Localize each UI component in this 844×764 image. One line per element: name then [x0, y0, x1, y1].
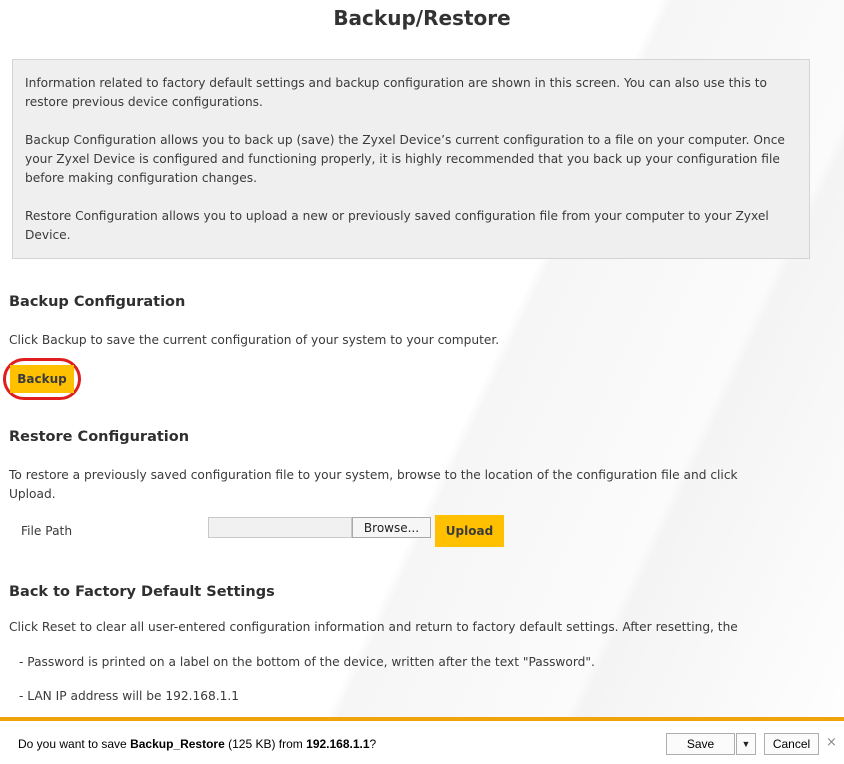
upload-button[interactable]: Upload [435, 515, 504, 547]
save-options-dropdown[interactable]: ▼ [736, 733, 756, 755]
download-filename: Backup_Restore [130, 737, 225, 751]
backup-description: Click Backup to save the current configu… [9, 333, 500, 347]
save-button[interactable]: Save [666, 733, 735, 755]
backup-button[interactable]: Backup [10, 365, 74, 393]
page-title: Backup/Restore [333, 6, 511, 30]
download-notification-bar: Do you want to save Backup_Restore (125 … [0, 717, 844, 764]
factory-section-title: Back to Factory Default Settings [9, 584, 275, 600]
browse-button[interactable]: Browse... [352, 517, 431, 538]
close-icon[interactable]: × [826, 735, 837, 750]
download-host: 192.168.1.1 [306, 737, 370, 751]
download-prompt-suffix: ? [369, 737, 377, 751]
download-prompt-prefix: Do you want to save [18, 737, 131, 751]
info-box: Information related to factory default s… [12, 59, 810, 259]
file-path-label: File Path [21, 524, 73, 538]
chevron-down-icon: ▼ [741, 739, 751, 749]
info-paragraph-2: Backup Configuration allows you to back … [25, 133, 785, 185]
factory-description: Click Reset to clear all user-entered co… [9, 620, 738, 634]
restore-section-title: Restore Configuration [9, 429, 190, 445]
factory-bullet-lan-ip: - LAN IP address will be 192.168.1.1 [19, 689, 240, 703]
info-paragraph-3: Restore Configuration allows you to uplo… [25, 209, 769, 242]
info-paragraph-1: Information related to factory default s… [25, 76, 767, 109]
file-path-input[interactable] [208, 517, 352, 538]
download-size: (125 KB) from [224, 737, 307, 751]
download-prompt: Do you want to save Backup_Restore (125 … [18, 737, 376, 751]
factory-bullet-password: - Password is printed on a label on the … [19, 655, 595, 669]
cancel-button[interactable]: Cancel [764, 733, 819, 755]
restore-description: To restore a previously saved configurat… [9, 468, 738, 501]
backup-section-title: Backup Configuration [9, 294, 186, 310]
